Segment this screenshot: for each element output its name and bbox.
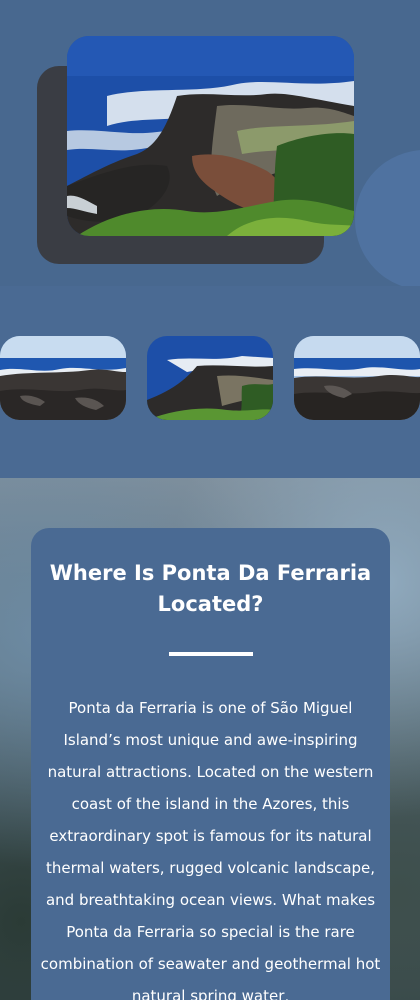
thumbnail-3[interactable] (294, 336, 420, 420)
thumbnail-strip (0, 286, 420, 478)
thumbnail-1[interactable] (0, 336, 126, 420)
decorative-blob (355, 150, 420, 286)
hero-gallery (0, 0, 420, 286)
info-card: Where Is Ponta Da Ferraria Located? Pont… (31, 528, 390, 1000)
title-divider (168, 652, 253, 656)
main-coast-photo[interactable] (67, 36, 354, 236)
location-info-section: Where Is Ponta Da Ferraria Located? Pont… (0, 478, 420, 1000)
thumbnail-2[interactable] (147, 336, 273, 420)
section-title: Where Is Ponta Da Ferraria Located? (49, 561, 372, 616)
section-body: Ponta da Ferraria is one of São Miguel I… (40, 699, 381, 1000)
